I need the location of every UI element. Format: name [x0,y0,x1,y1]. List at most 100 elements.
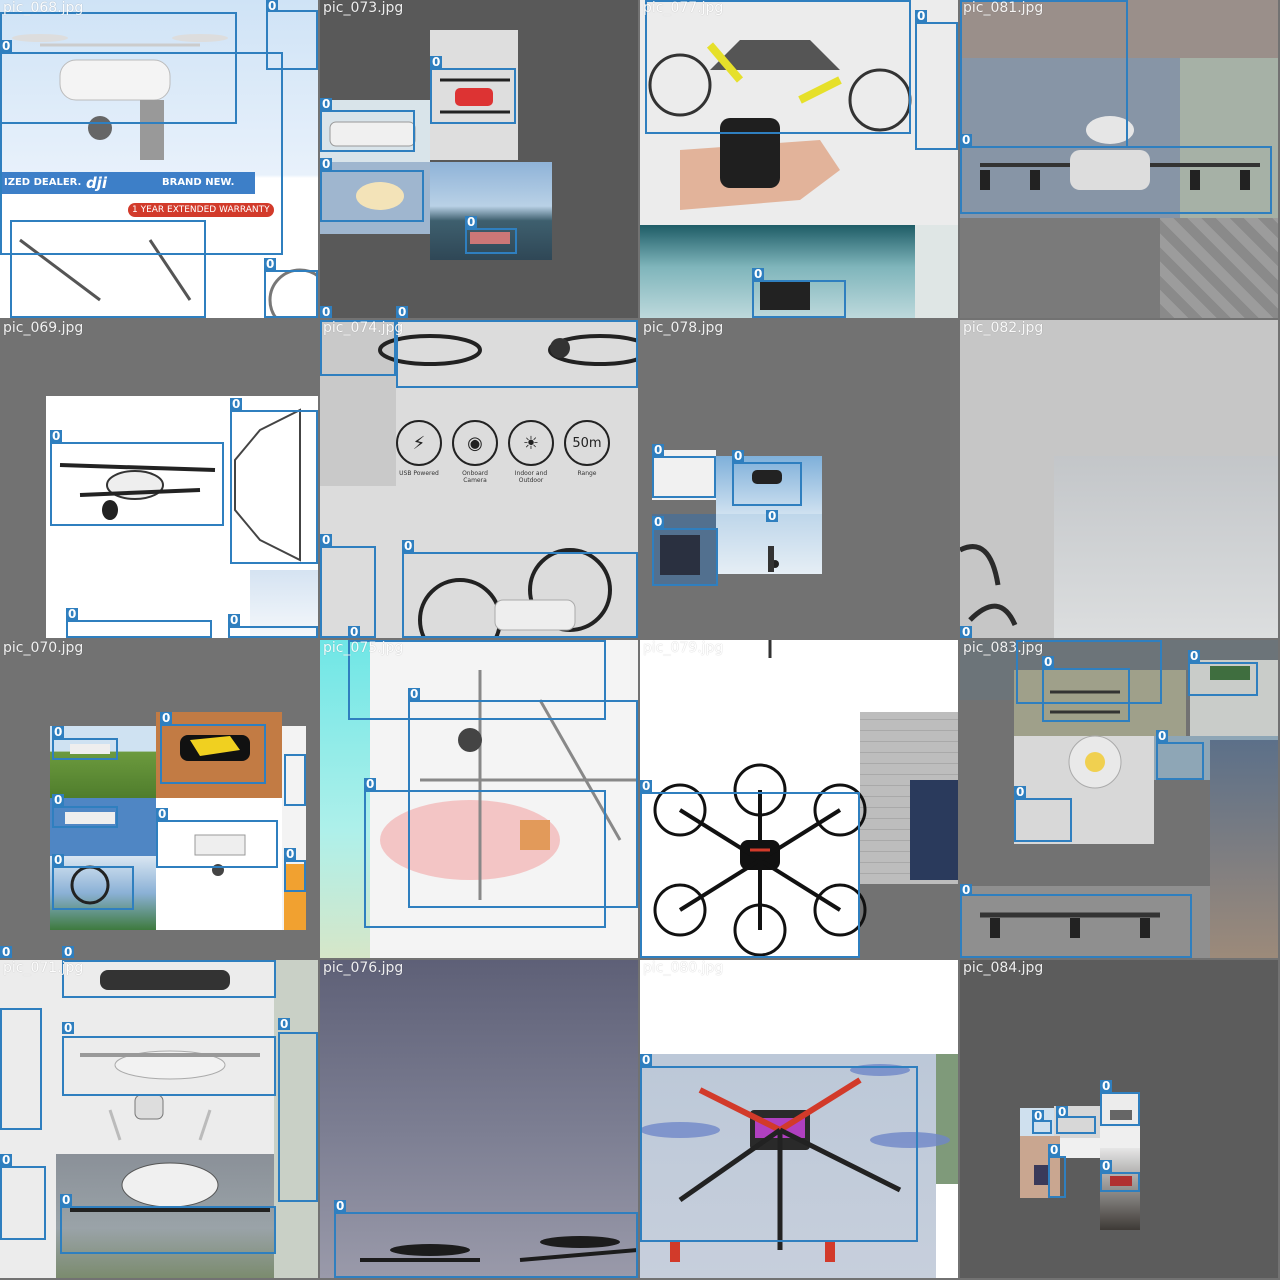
tile-filename-label: pic_077.jpg [643,0,724,16]
bounding-box [652,528,718,586]
bounding-box [915,22,958,150]
class-label: 0 [348,625,361,638]
tile-pic-084: 0 0 0 0 0 pic_084.jpg [960,960,1278,1278]
tile-filename-label: pic_083.jpg [963,640,1044,656]
tile-pic-077: 0 0 pic_077.jpg [640,0,958,318]
bounding-box [52,738,118,760]
class-label: 0 [52,725,65,739]
class-label: 0 [320,97,333,111]
class-label: 0 [0,39,13,53]
drone-image [329,78,510,244]
class-label: 0 [396,305,409,318]
bounding-box [1188,662,1258,696]
class-label: 0 [752,267,765,281]
class-label: 0 [320,305,333,318]
feature-item: ◉ Onboard Camera [451,420,499,484]
tile-filename-label: pic_068.jpg [3,0,84,16]
bounding-box [50,442,224,526]
class-label: 0 [52,793,65,807]
bounding-box [1014,798,1072,842]
class-label: 0 [60,1193,73,1207]
class-label: 0 [1100,1159,1113,1173]
class-label: 0 [960,883,973,897]
tile-pic-075: 0 0 pic_075.jpg [320,640,638,958]
bounding-box [228,626,318,638]
bounding-box [640,792,860,958]
class-label: 0 [230,397,243,411]
class-label: 0 [62,945,75,958]
class-label: 0 [430,55,443,69]
bounding-box [402,552,638,638]
bounding-box [266,10,318,70]
bounding-box [0,1008,42,1130]
tile-filename-label: pic_074.jpg [323,320,404,336]
tile-filename-label: pic_070.jpg [3,640,84,656]
range-icon: 50m [564,420,610,466]
tile-pic-083: 0 0 0 0 0 pic_083.jpg [960,640,1278,958]
feature-item: ☀ Indoor and Outdoor [507,420,555,484]
tile-pic-074: ⚡ USB Powered ◉ Onboard Camera ☀ Indoor … [320,320,638,638]
bounding-box [264,270,318,318]
bounding-box [320,110,415,152]
class-label: 0 [156,807,169,821]
class-label: 0 [66,607,79,621]
bounding-box [278,1032,318,1202]
feature-label: Range [577,470,597,477]
feature-label: USB Powered [399,470,439,477]
class-label: 0 [284,847,297,861]
class-label: 0 [52,853,65,867]
class-label: 0 [408,687,421,701]
bounding-box [364,790,606,928]
class-label: 0 [732,449,745,463]
bounding-box [1100,1092,1140,1126]
mosaic-grid: IZED DEALER. dji BRAND NEW. 1 YEAR EXTEN… [0,0,1280,1280]
tile-pic-069: 0 0 0 0 pic_069.jpg [0,320,318,638]
class-label: 0 [1048,1143,1061,1157]
class-label: 0 [278,1017,291,1031]
tile-pic-068: IZED DEALER. dji BRAND NEW. 1 YEAR EXTEN… [0,0,318,318]
tile-filename-label: pic_084.jpg [963,960,1044,976]
tile-pic-079: 0 pic_079.jpg [640,640,958,958]
bounding-box [230,410,318,564]
bounding-box [320,170,424,222]
bounding-box [960,894,1192,958]
bounding-box [10,220,206,318]
camera-icon: ◉ [452,420,498,466]
class-label: 0 [652,515,665,529]
class-label: 0 [62,1021,75,1035]
class-label: 0 [1014,785,1027,799]
tile-filename-label: pic_076.jpg [323,960,404,976]
tile-pic-080: 0 pic_080.jpg [640,960,958,1278]
class-label: 0 [1156,729,1169,743]
bounding-box [652,456,716,498]
class-label: 0 [228,613,241,627]
feature-label: Indoor and Outdoor [514,470,548,484]
tile-pic-070: 0 0 0 0 0 0 0 0 pic_070.jpg [0,640,318,958]
class-label: 0 [960,625,973,638]
tile-filename-label: pic_071.jpg [3,960,84,976]
class-label: 0 [266,0,279,13]
feature-item: ⚡ USB Powered [395,420,443,484]
class-label: 0 [640,1053,653,1067]
bounding-box [52,866,134,910]
bounding-box [0,1166,46,1240]
bounding-box [156,820,278,868]
bounding-box [396,320,638,388]
class-label: 0 [320,533,333,547]
class-label: 0 [364,777,377,791]
tile-pic-073: 0 0 0 0 0 0 pic_073.jpg [320,0,638,318]
class-label: 0 [264,257,277,271]
class-label: 0 [402,539,415,553]
bounding-box [960,0,1128,148]
bounding-box [320,546,376,638]
bounding-box [430,68,516,124]
tile-pic-071: 0 0 0 0 pic_071.jpg [0,960,318,1278]
tile-filename-label: pic_079.jpg [643,640,724,656]
tile-filename-label: pic_069.jpg [3,320,84,336]
class-label: 0 [0,1153,13,1167]
tile-pic-081: 0 pic_081.jpg [960,0,1278,318]
tile-filename-label: pic_073.jpg [323,0,404,16]
class-label: 0 [1100,1079,1113,1093]
bounding-box [1100,1172,1140,1192]
class-label: 0 [320,157,333,171]
